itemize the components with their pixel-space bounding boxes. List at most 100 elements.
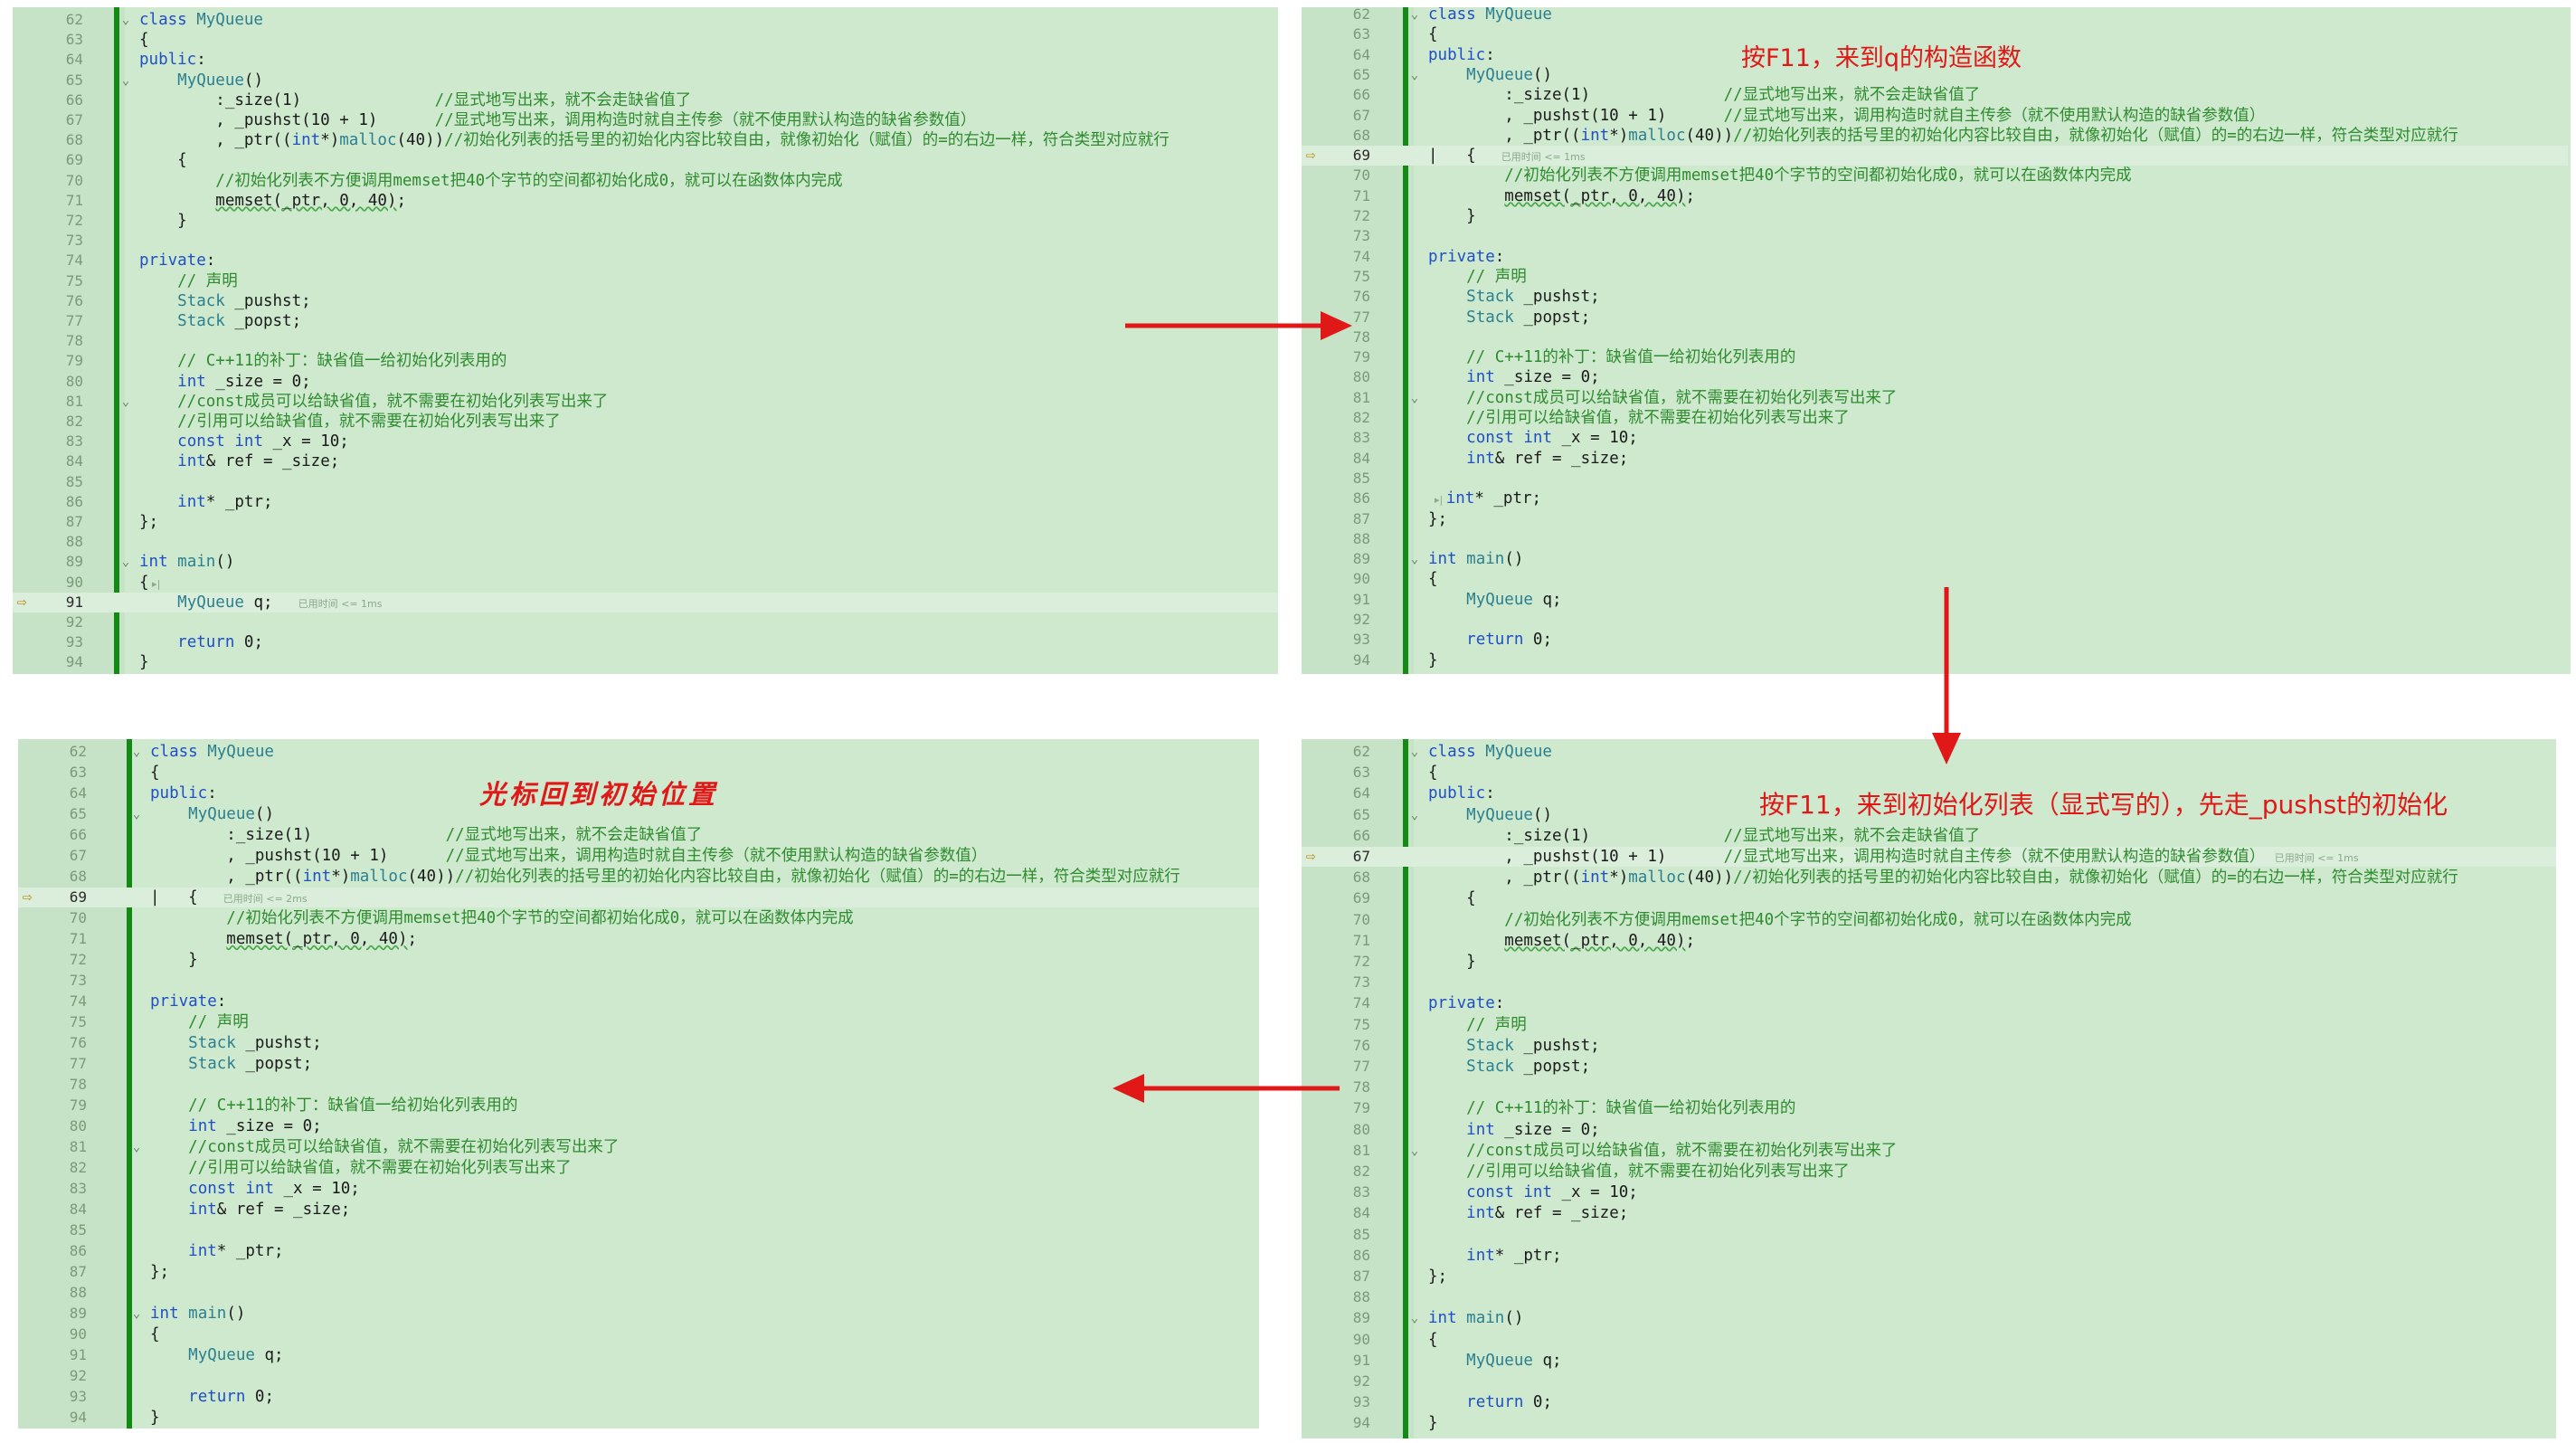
code-line[interactable]: 88 [1302, 529, 2568, 549]
code-line[interactable]: 70 //初始化列表不方便调用memset把40个字节的空间都初始化成0，就可以… [18, 908, 1259, 928]
code-line[interactable]: 65 ⌄ MyQueue() [13, 71, 1278, 90]
code-line[interactable]: 86 int* _ptr; [13, 492, 1278, 512]
code-line[interactable]: 67 , _pushst(10 + 1) //显式地写出来，调用构造时就自主传参… [13, 110, 1278, 130]
code-line[interactable]: 74 private: [1302, 247, 2568, 267]
code-line[interactable]: 94} [18, 1408, 1259, 1428]
current-line[interactable]: 69 ⇨ | { 已用时间 <= 1ms [1302, 146, 2568, 166]
code-line[interactable]: 84 int& ref = _size; [18, 1200, 1259, 1220]
code-line[interactable]: 80 int _size = 0; [1302, 367, 2568, 387]
fold-toggle-icon[interactable]: ⌄ [119, 10, 132, 30]
code-line[interactable]: 87}; [18, 1262, 1259, 1282]
fold-toggle-icon[interactable]: ⌄ [130, 742, 143, 762]
code-line[interactable]: 90 { [18, 1324, 1259, 1344]
current-line[interactable]: 69 ⇨ | { 已用时间 <= 2ms [18, 888, 1259, 907]
fold-toggle-icon[interactable]: ⌄ [130, 1137, 143, 1157]
code-line[interactable]: 84 int& ref = _size; [1302, 1203, 2556, 1223]
code-line[interactable]: 73 [13, 231, 1278, 251]
code-line[interactable]: 90 { ▸| [13, 573, 1278, 593]
code-line[interactable]: 77 Stack _popst; [18, 1054, 1259, 1074]
code-line[interactable]: 88 [13, 532, 1278, 552]
fold-toggle-icon[interactable]: ⌄ [1408, 805, 1421, 825]
code-line[interactable]: 63 { [13, 30, 1278, 50]
code-line[interactable]: 82 //引用可以给缺省值，就不需要在初始化列表写出来了 [1302, 408, 2568, 428]
fold-toggle-icon[interactable]: ⌄ [119, 71, 132, 90]
fold-toggle-icon[interactable]: ⌄ [1408, 1141, 1421, 1161]
code-line[interactable]: 83 const int _x = 10; [18, 1179, 1259, 1199]
code-line[interactable]: 83 const int _x = 10; [1302, 428, 2568, 448]
code-line[interactable]: 85 [1302, 1225, 2556, 1245]
code-line[interactable]: 66 :_size(1) //显式地写出来，就不会走缺省值了 [1302, 826, 2556, 846]
code-line[interactable]: 92 [18, 1366, 1259, 1386]
code-line[interactable]: 92 [13, 612, 1278, 632]
code-line[interactable]: 83 const int _x = 10; [13, 432, 1278, 451]
fold-toggle-icon[interactable]: ⌄ [1408, 65, 1421, 85]
current-line[interactable]: 67 ⇨ , _pushst(10 + 1) //显式地写出来，调用构造时就自主传… [1302, 847, 2556, 867]
code-line[interactable]: 66 :_size(1) //显式地写出来，就不会走缺省值了 [18, 825, 1259, 845]
code-line[interactable]: 68 , _ptr((int*)malloc(40))//初始化列表的括号里的初… [1302, 868, 2556, 888]
code-line[interactable]: 72 } [1302, 206, 2568, 226]
fold-toggle-icon[interactable]: ⌄ [1408, 742, 1421, 762]
code-line[interactable]: 73 [1302, 226, 2568, 246]
code-line[interactable]: 81 ⌄ //const成员可以给缺省值，就不需要在初始化列表写出来了 [18, 1137, 1259, 1157]
code-line[interactable]: 76 Stack _pushst; [18, 1033, 1259, 1053]
code-line[interactable]: 68 , _ptr((int*)malloc(40))//初始化列表的括号里的初… [18, 867, 1259, 887]
code-line[interactable]: 73 [1302, 973, 2556, 992]
code-line[interactable]: 88 [1302, 1287, 2556, 1307]
code-line[interactable]: 86 int* _ptr; [18, 1241, 1259, 1261]
code-line[interactable]: 74 private: [18, 992, 1259, 1011]
code-line[interactable]: 72 } [18, 950, 1259, 970]
code-line[interactable]: 88 [18, 1283, 1259, 1303]
code-line[interactable]: 66 :_size(1) //显式地写出来，就不会走缺省值了 [1302, 85, 2568, 105]
code-line[interactable]: 75 // 声明 [18, 1012, 1259, 1032]
code-line[interactable]: 81 ⌄ //const成员可以给缺省值，就不需要在初始化列表写出来了 [13, 392, 1278, 412]
code-line[interactable]: 79 // C++11的补丁：缺省值一给初始化列表用的 [1302, 347, 2568, 367]
code-line[interactable]: 72 } [13, 211, 1278, 231]
code-line[interactable]: 85 [1302, 469, 2568, 489]
code-line[interactable]: 67 , _pushst(10 + 1) //显式地写出来，调用构造时就自主传参… [18, 846, 1259, 866]
code-line[interactable]: 78 [1302, 1078, 2556, 1097]
code-line[interactable]: 68 , _ptr((int*)malloc(40))//初始化列表的括号里的初… [13, 130, 1278, 150]
code-line[interactable]: 64 public: [13, 50, 1278, 70]
code-line[interactable]: 87}; [1302, 509, 2568, 529]
code-line[interactable]: 76 Stack _pushst; [13, 291, 1278, 311]
code-line[interactable]: 78 [1302, 328, 2568, 347]
code-line[interactable]: 68 , _ptr((int*)malloc(40))//初始化列表的括号里的初… [1302, 126, 2568, 146]
code-line[interactable]: 94} [13, 652, 1278, 672]
code-line[interactable]: 74 private: [13, 251, 1278, 271]
code-line[interactable]: 74 private: [1302, 993, 2556, 1013]
code-line[interactable]: 91 MyQueue q; [1302, 1351, 2556, 1371]
code-line[interactable]: 69 { [13, 150, 1278, 170]
fold-toggle-icon[interactable]: ⌄ [1408, 549, 1421, 569]
code-line[interactable]: 86 int* _ptr; [1302, 1246, 2556, 1266]
code-line[interactable]: 66 :_size(1) //显式地写出来，就不会走缺省值了 [13, 90, 1278, 110]
code-line[interactable]: 80 int _size = 0; [13, 372, 1278, 392]
code-line[interactable]: 92 [1302, 1372, 2556, 1391]
code-line[interactable]: 89 ⌄ int main() [1302, 1308, 2556, 1328]
code-line[interactable]: 79 // C++11的补丁：缺省值一给初始化列表用的 [13, 351, 1278, 371]
code-line[interactable]: 77 Stack _popst; [1302, 308, 2568, 328]
code-line[interactable]: 90 { [1302, 1330, 2556, 1350]
code-line[interactable]: 72 } [1302, 952, 2556, 972]
code-line[interactable]: 87}; [13, 512, 1278, 532]
code-line[interactable]: 67 , _pushst(10 + 1) //显式地写出来，调用构造时就自主传参… [1302, 106, 2568, 126]
fold-toggle-icon[interactable]: ⌄ [119, 552, 132, 572]
code-line[interactable]: 79 // C++11的补丁：缺省值一给初始化列表用的 [18, 1096, 1259, 1115]
code-line[interactable]: 85 [18, 1220, 1259, 1240]
code-line[interactable]: 89 ⌄ int main() [1302, 549, 2568, 569]
code-line[interactable]: 84 int& ref = _size; [13, 451, 1278, 471]
code-line[interactable]: 76 Stack _pushst; [1302, 1036, 2556, 1056]
code-line[interactable]: 71 memset(_ptr, 0, 40); [1302, 186, 2568, 206]
code-line[interactable]: 86 ▸| int* _ptr; [1302, 489, 2568, 508]
code-line[interactable]: 79 // C++11的补丁：缺省值一给初始化列表用的 [1302, 1098, 2556, 1118]
code-line[interactable]: 93 return 0; [18, 1387, 1259, 1407]
code-line[interactable]: 71 memset(_ptr, 0, 40); [18, 929, 1259, 949]
code-line[interactable]: 82 //引用可以给缺省值，就不需要在初始化列表写出来了 [18, 1158, 1259, 1178]
code-line[interactable]: 93 return 0; [13, 632, 1278, 652]
code-line[interactable]: 77 Stack _popst; [1302, 1057, 2556, 1077]
code-line[interactable]: 80 int _size = 0; [18, 1116, 1259, 1136]
code-line[interactable]: 93 return 0; [1302, 1392, 2556, 1412]
code-line[interactable]: 73 [18, 971, 1259, 991]
code-line[interactable]: 87}; [1302, 1267, 2556, 1286]
fold-toggle-icon[interactable]: ⌄ [119, 392, 132, 412]
code-line[interactable]: 75 // 声明 [1302, 1015, 2556, 1035]
